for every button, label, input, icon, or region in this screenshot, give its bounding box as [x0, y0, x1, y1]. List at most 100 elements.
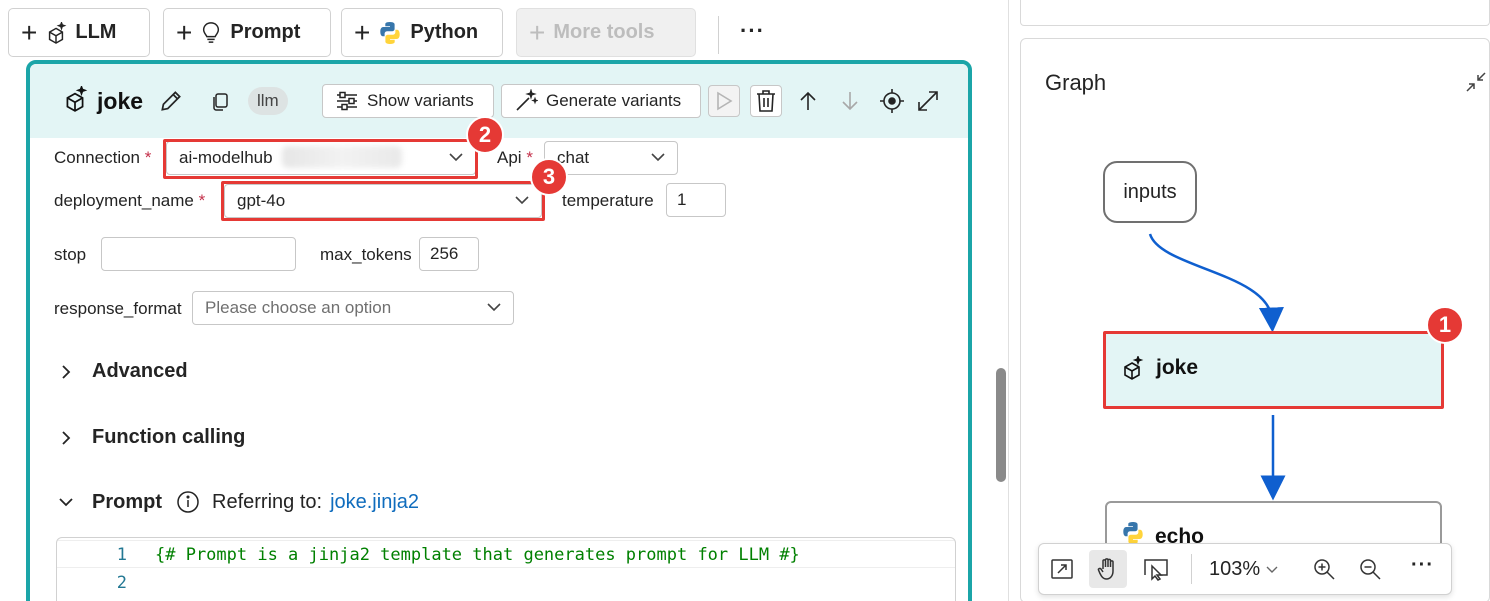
add-llm-label: LLM — [75, 21, 117, 43]
arrow-up-icon — [800, 91, 816, 110]
scrollbar-track[interactable] — [988, 60, 1008, 601]
plus-icon: + — [21, 16, 38, 48]
zoom-level-value: 103% — [1209, 558, 1261, 580]
expand-node-button[interactable] — [912, 85, 944, 117]
advanced-section-toggle[interactable]: Advanced — [58, 360, 188, 383]
api-label: Api * — [497, 148, 533, 168]
show-variants-button[interactable]: Show variants — [322, 84, 494, 118]
editor-line: 2 — [57, 569, 955, 597]
run-node-button[interactable] — [708, 85, 740, 117]
api-label-text: Api — [497, 148, 522, 167]
deployment-label-text: deployment_name — [54, 191, 194, 210]
trash-icon — [757, 90, 775, 112]
pane-divider[interactable] — [1008, 0, 1009, 601]
add-python-button[interactable]: + Python — [341, 8, 503, 57]
callout-box-deployment — [221, 181, 545, 221]
zoom-in-icon — [1314, 559, 1335, 580]
advanced-label: Advanced — [92, 360, 188, 382]
sliders-icon — [337, 91, 357, 111]
expand-icon — [918, 91, 938, 111]
referring-to-label: Referring to: — [212, 490, 323, 513]
max-tokens-input[interactable]: 256 — [419, 237, 479, 271]
sparkle-cube-icon — [49, 21, 67, 44]
tools-toolbar: + LLM + Prompt + Python + More tools ··· — [0, 0, 1008, 60]
callout-badge-3: 3 — [530, 158, 568, 196]
line-number: 1 — [116, 545, 127, 565]
python-icon — [1123, 522, 1143, 544]
response-format-label: response_format — [54, 299, 182, 318]
function-calling-section-toggle[interactable]: Function calling — [58, 426, 245, 449]
chevron-right-icon — [62, 430, 71, 445]
delete-node-button[interactable] — [750, 85, 782, 117]
more-tools-button[interactable]: + More tools — [516, 8, 696, 57]
prompt-label: Prompt — [92, 490, 162, 513]
pan-tool-button[interactable] — [1089, 550, 1127, 588]
node-type-badge: llm — [248, 87, 288, 115]
code-text: {# Prompt is a jinja2 template that gene… — [155, 545, 800, 565]
more-tools-label: More tools — [553, 21, 655, 43]
toolbar-overflow-button[interactable]: ··· — [740, 18, 765, 44]
temperature-label: temperature — [562, 191, 654, 210]
select-tool-button[interactable] — [1137, 550, 1175, 588]
python-icon — [380, 21, 401, 44]
temperature-input[interactable]: 1 — [666, 183, 726, 217]
plus-icon: + — [354, 16, 371, 48]
callout-badge-1: 1 — [1426, 306, 1464, 344]
chevron-down-icon — [651, 153, 665, 162]
show-variants-label: Show variants — [367, 91, 474, 110]
required-mark: * — [526, 148, 533, 167]
node-title: joke — [97, 88, 144, 114]
required-mark: * — [198, 191, 206, 210]
max-tokens-label: max_tokens — [320, 245, 412, 264]
right-top-panel — [1020, 0, 1490, 26]
copy-icon[interactable] — [210, 92, 230, 112]
chevron-right-icon — [62, 364, 71, 379]
deployment-name-label: deployment_name * — [54, 191, 205, 211]
add-prompt-label: Prompt — [230, 21, 301, 43]
generate-variants-label: Generate variants — [546, 91, 682, 110]
pencil-icon[interactable] — [158, 88, 184, 114]
add-prompt-button[interactable]: + Prompt — [163, 8, 331, 57]
generate-variants-button[interactable]: Generate variants — [501, 84, 701, 118]
plus-icon: + — [176, 16, 193, 48]
toolbar-separator — [1191, 554, 1192, 584]
sparkle-cube-icon — [66, 86, 88, 112]
add-python-label: Python — [410, 21, 479, 43]
graph-more-button[interactable]: ··· — [1411, 554, 1434, 577]
chevron-down-icon — [487, 303, 501, 312]
locate-node-button[interactable] — [876, 85, 908, 117]
prompt-code-editor[interactable]: 1 {# Prompt is a jinja2 template that ge… — [56, 537, 956, 601]
graph-node-inputs[interactable]: inputs — [1103, 161, 1197, 223]
connection-label-text: Connection — [54, 148, 141, 167]
info-icon[interactable] — [176, 490, 200, 514]
callout-badge-2: 2 — [466, 116, 504, 154]
zoom-level-dropdown[interactable]: 103% — [1209, 558, 1278, 581]
add-llm-button[interactable]: + LLM — [8, 8, 150, 57]
response-format-placeholder: Please choose an option — [205, 298, 392, 317]
zoom-in-button[interactable] — [1305, 550, 1343, 588]
required-mark: * — [144, 148, 152, 167]
fit-view-button[interactable] — [1043, 550, 1081, 588]
prompt-file-link[interactable]: joke.jinja2 — [330, 491, 419, 514]
stop-input[interactable] — [101, 237, 296, 271]
graph-toolbar: 103% ··· — [1038, 543, 1452, 595]
line-number: 2 — [116, 573, 127, 593]
stop-label: stop — [54, 245, 87, 264]
move-down-button[interactable] — [834, 85, 866, 117]
connection-label: Connection * — [54, 148, 151, 168]
zoom-out-button[interactable] — [1351, 550, 1389, 588]
callout-box-joke-node — [1103, 331, 1444, 409]
plus-icon: + — [529, 16, 546, 48]
callout-box-connection — [163, 139, 478, 179]
chevron-down-icon — [1266, 566, 1278, 573]
prompt-section-toggle[interactable]: Prompt Referring to: joke.jinja2 — [58, 490, 419, 514]
toolbar-divider — [718, 16, 719, 54]
scrollbar-thumb[interactable] — [996, 368, 1006, 482]
hand-icon — [1097, 558, 1114, 580]
flow-editor-pane: + LLM + Prompt + Python + More tools ···… — [0, 0, 1008, 601]
chevron-down-icon — [59, 498, 73, 507]
lightbulb-icon — [203, 21, 220, 43]
arrow-down-icon — [842, 92, 858, 111]
response-format-select[interactable]: Please choose an option — [192, 291, 514, 325]
move-up-button[interactable] — [792, 85, 824, 117]
